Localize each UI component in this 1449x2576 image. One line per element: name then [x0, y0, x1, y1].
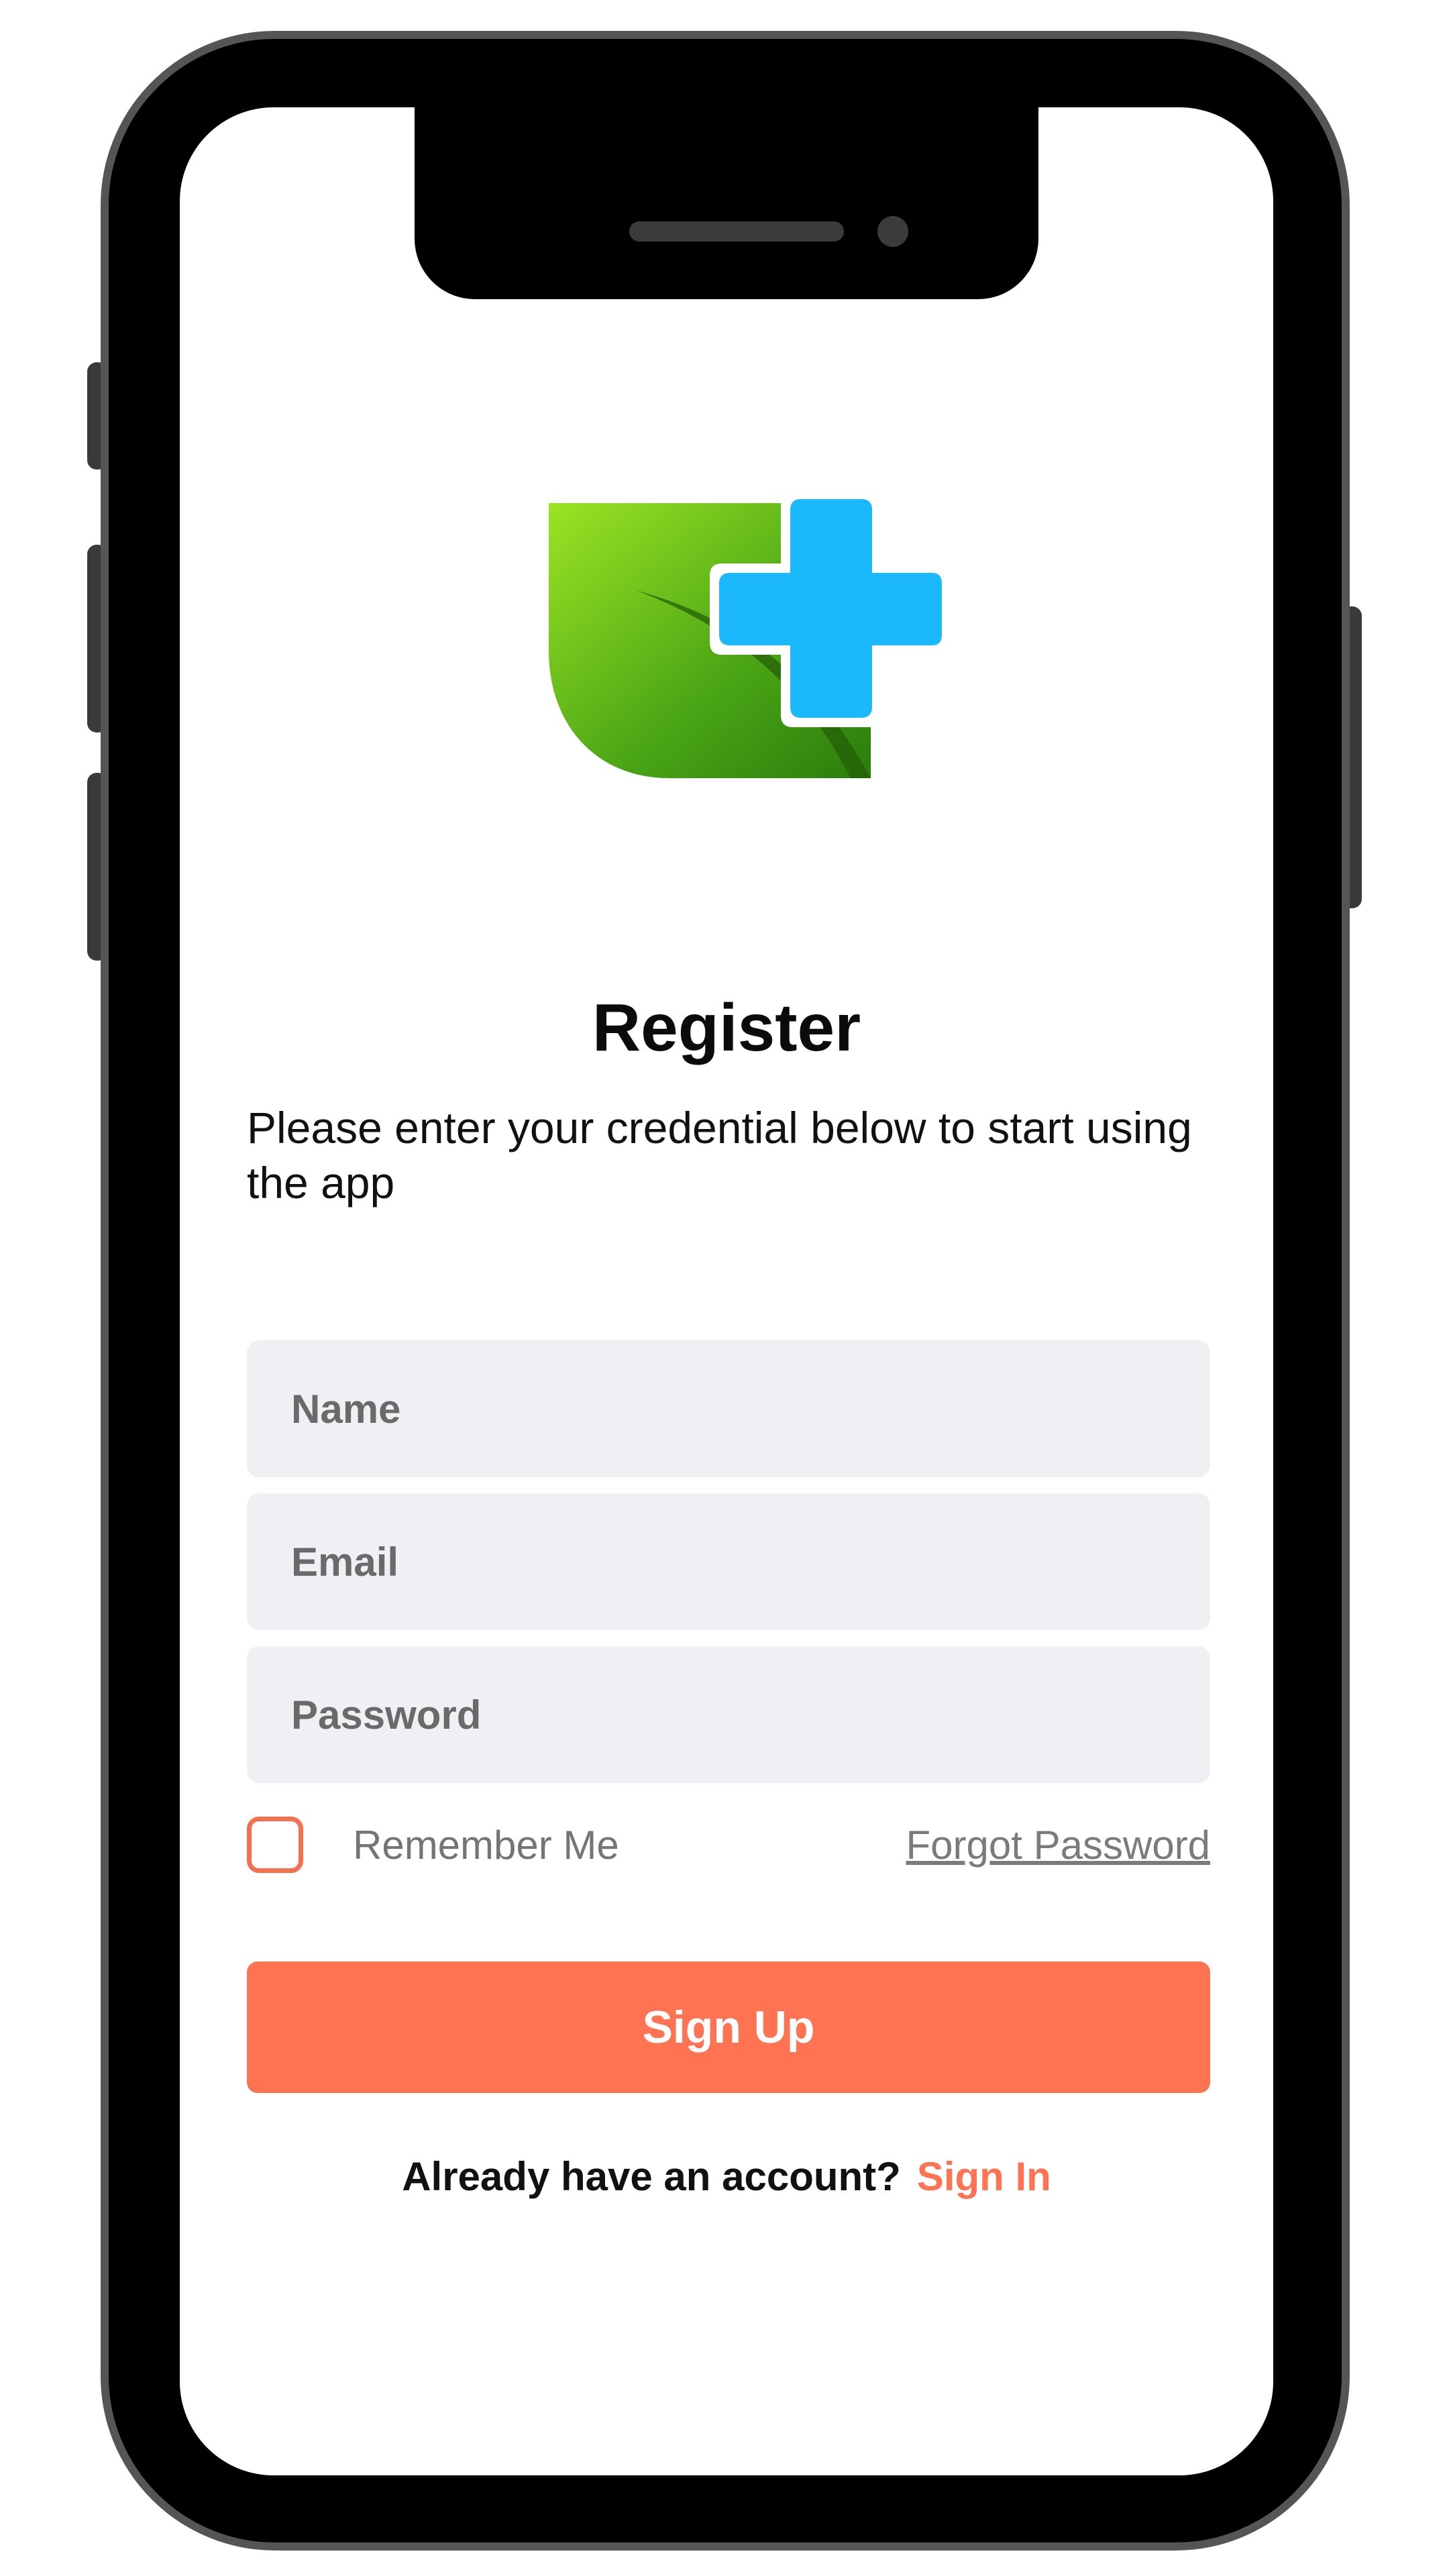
remember-me-checkbox[interactable]: [247, 1817, 303, 1873]
sign-in-link[interactable]: Sign In: [917, 2154, 1051, 2199]
email-field[interactable]: [247, 1493, 1210, 1630]
forgot-password-link[interactable]: Forgot Password: [906, 1822, 1210, 1868]
page-subtitle: Please enter your credential below to st…: [247, 1103, 1192, 1208]
front-camera: [877, 216, 908, 247]
password-field[interactable]: [247, 1646, 1210, 1783]
password-input[interactable]: [247, 1646, 1210, 1783]
speaker-grille: [629, 221, 844, 241]
device-mockup: Register Please enter your credential be…: [0, 0, 1449, 2576]
sign-up-button[interactable]: Sign Up: [247, 1962, 1210, 2093]
notch: [415, 107, 1038, 299]
already-have-account-text: Already have an account?: [402, 2154, 901, 2199]
page-title: Register: [592, 990, 861, 1065]
name-input[interactable]: [247, 1340, 1210, 1477]
sign-in-prompt: Already have an account? Sign In: [180, 2153, 1273, 2200]
name-field[interactable]: [247, 1340, 1210, 1477]
register-screen: Register Please enter your credential be…: [180, 107, 1273, 2475]
email-input[interactable]: [247, 1493, 1210, 1630]
leaf-plus-logo-icon: [549, 490, 951, 778]
remember-me-label[interactable]: Remember Me: [353, 1822, 619, 1868]
